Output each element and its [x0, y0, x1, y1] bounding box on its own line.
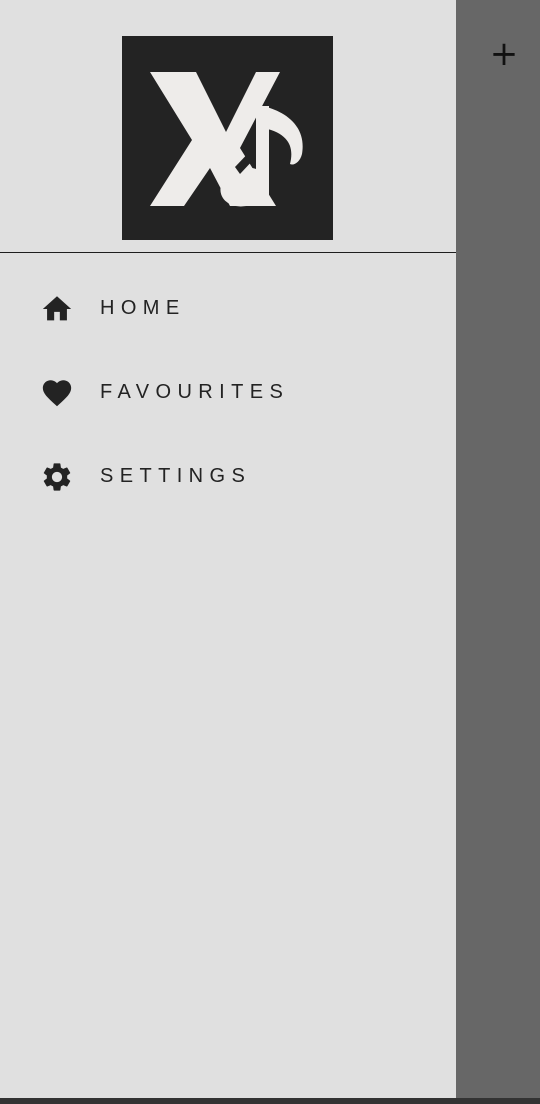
- nav-item-label: SETTINGS: [100, 465, 252, 487]
- gear-icon: [40, 460, 74, 494]
- add-button[interactable]: +: [484, 34, 524, 74]
- nav-item-label: HOME: [100, 297, 186, 319]
- drawer-header: [0, 0, 456, 253]
- app-logo: [122, 36, 333, 240]
- nav-item-label: FAVOURITES: [100, 381, 290, 403]
- drawer-nav-list: HOME FAVOURITES SETTINGS: [0, 266, 456, 518]
- bottom-edge-bar: [0, 1098, 540, 1104]
- home-icon: [40, 292, 74, 326]
- nav-item-settings[interactable]: SETTINGS: [0, 434, 456, 518]
- drawer-scrim[interactable]: [456, 0, 540, 1098]
- heart-icon: [40, 376, 74, 410]
- nav-item-favourites[interactable]: FAVOURITES: [0, 350, 456, 434]
- nav-item-home[interactable]: HOME: [0, 266, 456, 350]
- xs-music-note-logo-icon: [150, 72, 303, 207]
- navigation-drawer: HOME FAVOURITES SETTINGS: [0, 0, 456, 1098]
